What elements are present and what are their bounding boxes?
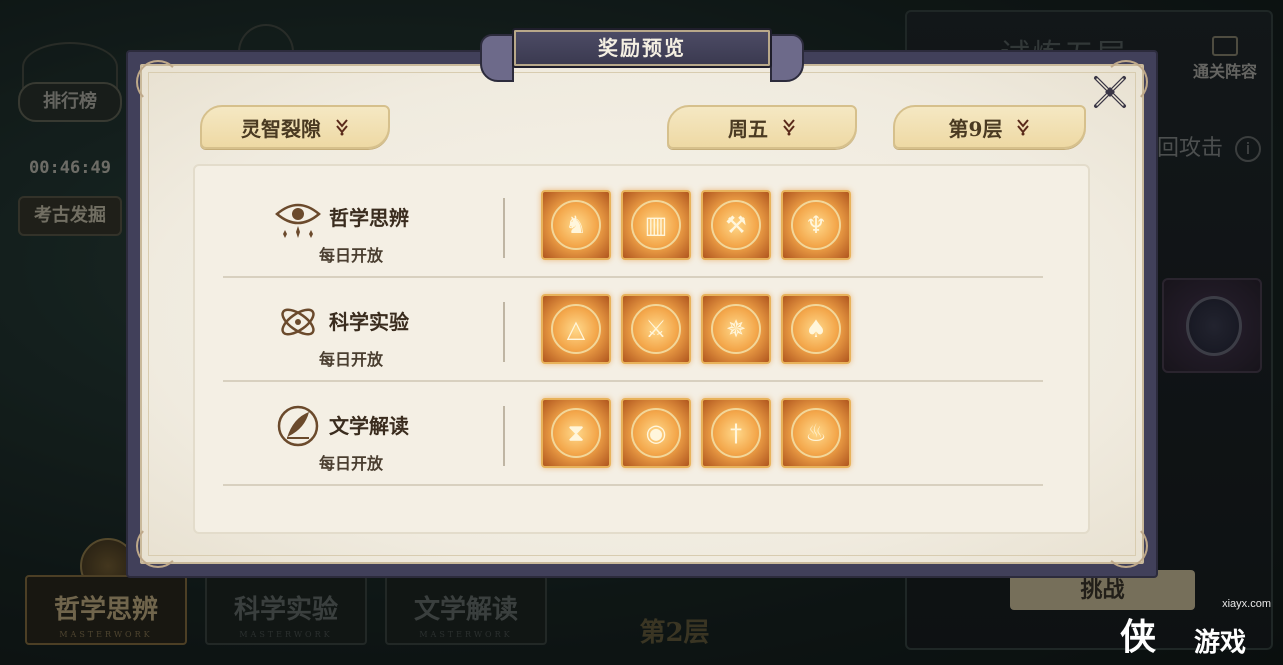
close-icon bbox=[1094, 76, 1126, 108]
category-cell: 文学解读 每日开放 bbox=[273, 404, 453, 473]
spider-icon: ✵ bbox=[711, 304, 761, 354]
corner-ornament bbox=[1104, 524, 1148, 568]
reward-item-axe[interactable]: ⚒ bbox=[701, 190, 771, 260]
close-button[interactable] bbox=[1086, 68, 1134, 116]
category-name: 文学解读 bbox=[329, 414, 409, 438]
watermark-logo: 侠 bbox=[1120, 616, 1157, 658]
chevron-down-icon bbox=[783, 119, 795, 136]
floor-dropdown[interactable]: 第9层 bbox=[893, 105, 1086, 149]
category-cell: 科学实验 每日开放 bbox=[273, 300, 453, 369]
reward-item-chalice[interactable]: ♆ bbox=[781, 190, 851, 260]
quill-icon bbox=[277, 405, 319, 447]
corner-ornament bbox=[136, 524, 180, 568]
hourglass-crescent-icon: ⧗ bbox=[551, 408, 601, 458]
reward-list: △ ⚔ ✵ ♠ bbox=[541, 294, 851, 364]
title-ribbon-right bbox=[770, 34, 804, 82]
reward-list: ⧗ ◉ † ♨ bbox=[541, 398, 851, 468]
eye-star-icon bbox=[275, 203, 321, 238]
reward-list: ♞ ▥ ⚒ ♆ bbox=[541, 190, 851, 260]
reward-row-science: 科学实验 每日开放 △ ⚔ ✵ ♠ bbox=[223, 278, 1043, 382]
chalice-icon: ♆ bbox=[791, 200, 841, 250]
day-dropdown-value: 周五 bbox=[728, 116, 768, 141]
reward-item-sword[interactable]: † bbox=[701, 398, 771, 468]
reward-item-spider[interactable]: ✵ bbox=[701, 294, 771, 364]
category-availability: 每日开放 bbox=[319, 350, 384, 369]
watermark-text: 游戏 bbox=[1194, 628, 1247, 658]
chevron-down-icon bbox=[1017, 119, 1030, 136]
reward-item-spearhead[interactable]: ♠ bbox=[781, 294, 851, 364]
chevron-down-icon bbox=[336, 119, 348, 136]
reward-row-literature: 文学解读 每日开放 ⧗ ◉ † ♨ bbox=[223, 382, 1043, 486]
reward-item-knife[interactable]: ⚔ bbox=[621, 294, 691, 364]
modal-title: 奖励预览 bbox=[512, 28, 772, 68]
reward-item-crystal-ball[interactable]: ◉ bbox=[621, 398, 691, 468]
category-name: 哲学思辨 bbox=[329, 206, 409, 230]
row-divider bbox=[503, 302, 505, 362]
site-watermark: xiayx.com 侠 游戏 bbox=[1100, 590, 1283, 665]
reward-item-beast-altar[interactable]: ♞ bbox=[541, 190, 611, 260]
eye-pyramid-icon: △ bbox=[551, 304, 601, 354]
reward-item-hourglass-crescent[interactable]: ⧗ bbox=[541, 398, 611, 468]
category-availability: 每日开放 bbox=[319, 454, 384, 473]
sword-icon: † bbox=[711, 408, 761, 458]
crystal-ball-icon: ◉ bbox=[631, 408, 681, 458]
axe-icon: ⚒ bbox=[711, 200, 761, 250]
spearhead-icon: ♠ bbox=[791, 304, 841, 354]
region-dropdown[interactable]: 灵智裂隙 bbox=[200, 105, 390, 149]
corner-ornament bbox=[136, 60, 180, 104]
reward-item-eye-pyramid[interactable]: △ bbox=[541, 294, 611, 364]
atom-orbit-icon bbox=[281, 308, 315, 336]
region-dropdown-value: 灵智裂隙 bbox=[241, 116, 321, 141]
watermark-url: xiayx.com bbox=[1222, 598, 1271, 610]
category-name: 科学实验 bbox=[329, 310, 409, 334]
oil-lamp-icon: ♨ bbox=[791, 408, 841, 458]
rune-tablet-icon: ▥ bbox=[631, 200, 681, 250]
row-divider bbox=[503, 198, 505, 258]
reward-item-oil-lamp[interactable]: ♨ bbox=[781, 398, 851, 468]
beast-altar-icon: ♞ bbox=[551, 200, 601, 250]
knife-icon: ⚔ bbox=[631, 304, 681, 354]
reward-item-rune-tablet[interactable]: ▥ bbox=[621, 190, 691, 260]
reward-table: 哲学思辨 每日开放 ♞ ▥ ⚒ ♆ 科学实验 每日开放 △ ⚔ ✵ ♠ 文学解读… bbox=[193, 164, 1090, 534]
category-cell: 哲学思辨 每日开放 bbox=[273, 196, 453, 265]
floor-dropdown-value: 第9层 bbox=[948, 116, 1003, 141]
reward-row-philosophy: 哲学思辨 每日开放 ♞ ▥ ⚒ ♆ bbox=[223, 174, 1043, 278]
category-availability: 每日开放 bbox=[319, 246, 384, 265]
title-ribbon-left bbox=[480, 34, 514, 82]
day-dropdown[interactable]: 周五 bbox=[667, 105, 857, 149]
row-divider bbox=[503, 406, 505, 466]
